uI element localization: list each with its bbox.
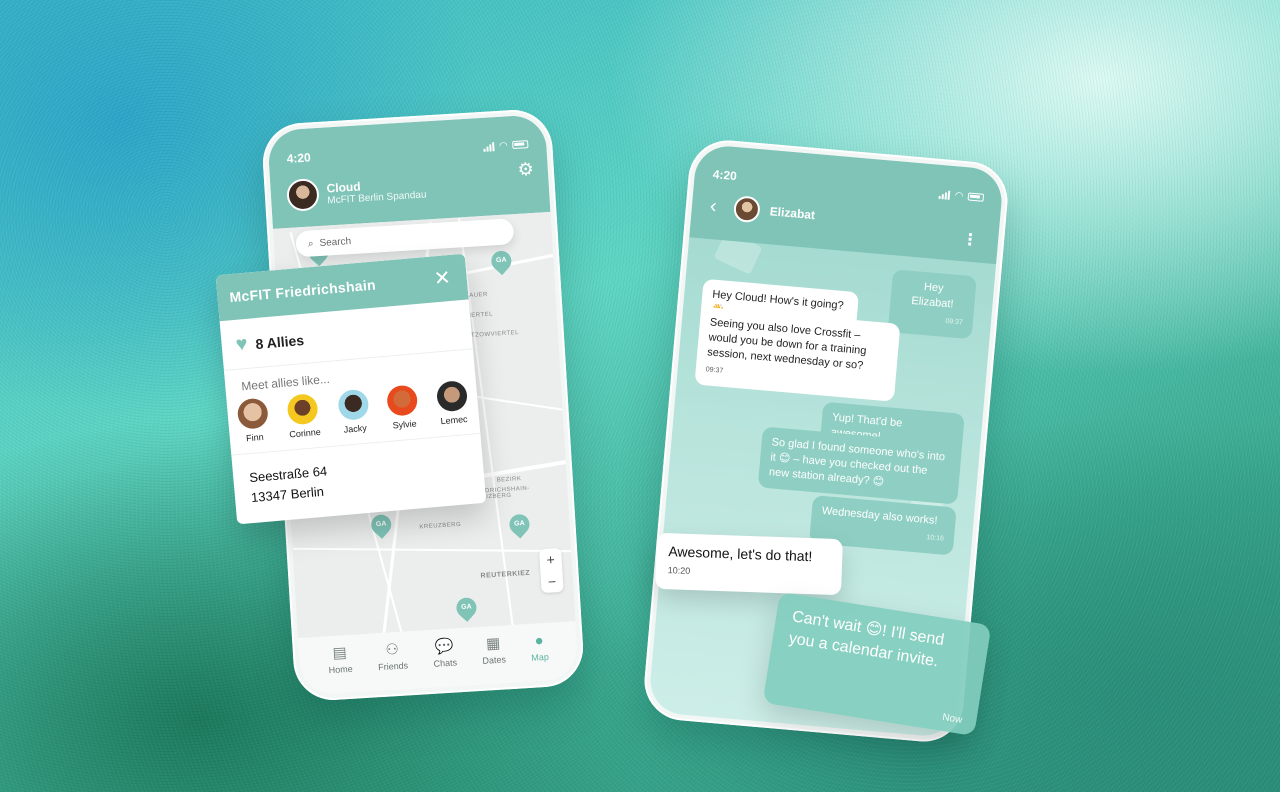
wifi-icon: ◠ — [499, 139, 508, 152]
map-label: KREUZBERG — [419, 521, 462, 531]
gym-info-card: McFIT Friedrichshain ✕ ♥ 8 Allies Meet a… — [215, 253, 487, 525]
avatar — [236, 397, 270, 430]
gym-title: McFIT Friedrichshain — [228, 276, 377, 306]
ally-item[interactable]: Jacky — [336, 388, 371, 435]
map-pin-icon: ● — [534, 632, 545, 650]
home-icon: ▤ — [332, 644, 348, 662]
avatar — [386, 384, 419, 417]
wifi-icon: ◠ — [954, 189, 964, 202]
tab-chats[interactable]: 💬 Chats — [432, 638, 458, 687]
avatar — [286, 393, 320, 426]
status-time: 4:20 — [712, 167, 738, 184]
gear-icon[interactable]: ⚙ — [517, 159, 534, 181]
person-icon: ⚇ — [384, 640, 400, 659]
battery-icon — [967, 192, 985, 202]
avatar[interactable] — [286, 177, 320, 212]
close-icon[interactable]: ✕ — [433, 267, 452, 290]
user-info: Cloud McFIT Berlin Spandau — [286, 171, 427, 212]
background-grain — [0, 0, 1280, 792]
chat-message: Hey Elizabat! 09:37 — [887, 269, 977, 340]
gym-map-pin[interactable]: GA — [487, 246, 516, 276]
chat-contact[interactable]: Elizabat — [732, 195, 816, 228]
ally-item[interactable]: Finn — [236, 397, 271, 443]
ally-item[interactable]: Lemec — [435, 379, 470, 426]
status-time: 4:20 — [286, 150, 312, 166]
map-label: LAUER — [465, 291, 489, 300]
signal-icon — [938, 189, 951, 200]
calendar-icon: ▦ — [485, 634, 501, 653]
contact-name: Elizabat — [769, 204, 816, 223]
gym-map-pin[interactable]: GA — [505, 510, 534, 539]
heart-icon: ♥ — [234, 332, 249, 356]
avatar — [732, 195, 761, 224]
status-bar: 4:20 ◠ — [286, 137, 529, 166]
chat-bubble-icon: 💬 — [434, 637, 455, 656]
chat-message: Seeing you also love Crossfit – would yo… — [694, 306, 901, 402]
tab-map[interactable]: ● Map — [530, 632, 550, 682]
zoom-control: + − — [539, 547, 564, 594]
gym-map-pin[interactable]: GA — [452, 593, 481, 622]
battery-icon — [512, 140, 529, 150]
tab-home[interactable]: ▤ Home — [327, 644, 354, 694]
tab-friends[interactable]: ⚇ Friends — [377, 641, 410, 691]
profile-header: 4:20 ◠ Cloud McFIT Berlin Spandau ⚙ — [266, 114, 551, 229]
avatar — [336, 388, 370, 422]
zoom-in-button[interactable]: + — [539, 548, 562, 571]
search-placeholder: Search — [319, 235, 352, 249]
back-arrow-icon[interactable]: ‹ — [709, 195, 718, 218]
tab-dates[interactable]: ▦ Dates — [481, 635, 507, 684]
avatar — [435, 379, 469, 413]
floating-incoming-message: Awesome, let's do that! 10:20 — [655, 532, 843, 596]
gym-map-pin[interactable]: GA — [367, 510, 396, 539]
map-label: REUTERKIEZ — [480, 569, 531, 580]
map-label: BEZIRK — [496, 476, 522, 484]
search-icon: ⌕ — [307, 237, 314, 250]
ally-item[interactable]: Sylvie — [386, 384, 420, 430]
ally-item[interactable]: Corinne — [286, 393, 321, 440]
zoom-out-button[interactable]: − — [540, 570, 563, 593]
signal-icon — [483, 141, 495, 152]
more-options-icon[interactable]: ⋮ — [961, 229, 979, 250]
